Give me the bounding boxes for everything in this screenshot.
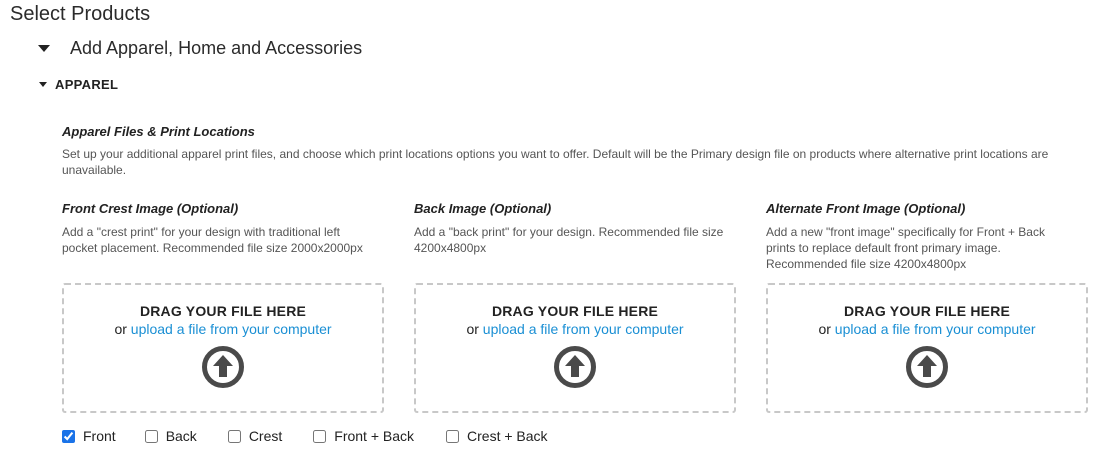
upload-title: Back Image (Optional) xyxy=(414,201,552,216)
print-location-crest[interactable]: Crest xyxy=(227,428,283,444)
checkbox-label: Crest xyxy=(248,428,283,444)
files-description: Set up your additional apparel print fil… xyxy=(62,147,1049,177)
checkbox-crest[interactable] xyxy=(227,429,241,443)
upload-line: or upload a file from your computer xyxy=(768,321,1086,337)
upload-title: Front Crest Image (Optional) xyxy=(62,201,239,216)
checkbox-front[interactable] xyxy=(62,429,75,443)
caret-down-icon xyxy=(39,82,47,87)
print-location-front[interactable]: Front xyxy=(62,428,116,444)
page: Select Products Add Apparel, Home and Ac… xyxy=(0,0,1107,460)
drag-text: DRAG YOUR FILE HERE xyxy=(139,303,307,319)
checkbox-label: Back xyxy=(165,428,197,444)
upload-link[interactable]: upload a file from your computer xyxy=(835,321,1036,337)
checkbox-crest-back[interactable] xyxy=(446,429,460,443)
caret-down-icon xyxy=(38,45,50,52)
print-location-crest-back[interactable]: Crest + Back xyxy=(446,428,548,444)
print-location-front-back[interactable]: Front + Back xyxy=(313,428,414,444)
drag-text: DRAG YOUR FILE HERE xyxy=(491,303,659,319)
apparel-toggle[interactable]: APPAREL xyxy=(39,77,118,92)
upload-description: Add a new "front image" specifically for… xyxy=(766,225,1045,271)
section-toggle-apparel-home-accessories[interactable]: Add Apparel, Home and Accessories xyxy=(38,38,362,59)
upload-line: or upload a file from your computer xyxy=(64,321,382,337)
checkbox-back[interactable] xyxy=(144,429,158,443)
checkbox-label: Crest + Back xyxy=(467,428,548,444)
upload-title: Alternate Front Image (Optional) xyxy=(766,201,966,216)
or-text: or xyxy=(818,321,831,337)
checkbox-front-back[interactable] xyxy=(313,429,327,443)
or-text: or xyxy=(114,321,127,337)
upload-link[interactable]: upload a file from your computer xyxy=(131,321,332,337)
drag-text: DRAG YOUR FILE HERE xyxy=(843,303,1011,319)
dropzone[interactable]: DRAG YOUR FILE HERE or upload a file fro… xyxy=(414,283,736,413)
checkbox-label: Front + Back xyxy=(334,428,415,444)
page-title: Select Products xyxy=(10,3,151,25)
upload-line: or upload a file from your computer xyxy=(416,321,734,337)
checkbox-label: Front xyxy=(83,428,116,444)
files-heading: Apparel Files & Print Locations xyxy=(62,124,255,139)
print-location-options: Front Back Crest Front + Back Crest + Ba… xyxy=(62,428,572,444)
upload-link[interactable]: upload a file from your computer xyxy=(483,321,684,337)
apparel-label: APPAREL xyxy=(55,77,119,92)
upload-arrow-icon xyxy=(553,345,597,394)
dropzone[interactable]: DRAG YOUR FILE HERE or upload a file fro… xyxy=(766,283,1088,413)
upload-column-back: Back Image (Optional) Add a "back print"… xyxy=(414,201,736,413)
upload-description: Add a "crest print" for your design with… xyxy=(62,225,363,255)
section-label: Add Apparel, Home and Accessories xyxy=(70,38,363,58)
upload-column-front-crest: Front Crest Image (Optional) Add a "cres… xyxy=(62,201,384,413)
print-location-back[interactable]: Back xyxy=(144,428,197,444)
upload-arrow-icon xyxy=(905,345,949,394)
dropzone[interactable]: DRAG YOUR FILE HERE or upload a file fro… xyxy=(62,283,384,413)
or-text: or xyxy=(466,321,479,337)
upload-description: Add a "back print" for your design. Reco… xyxy=(414,225,724,255)
upload-column-alternate-front: Alternate Front Image (Optional) Add a n… xyxy=(766,201,1088,413)
upload-arrow-icon xyxy=(201,345,245,394)
